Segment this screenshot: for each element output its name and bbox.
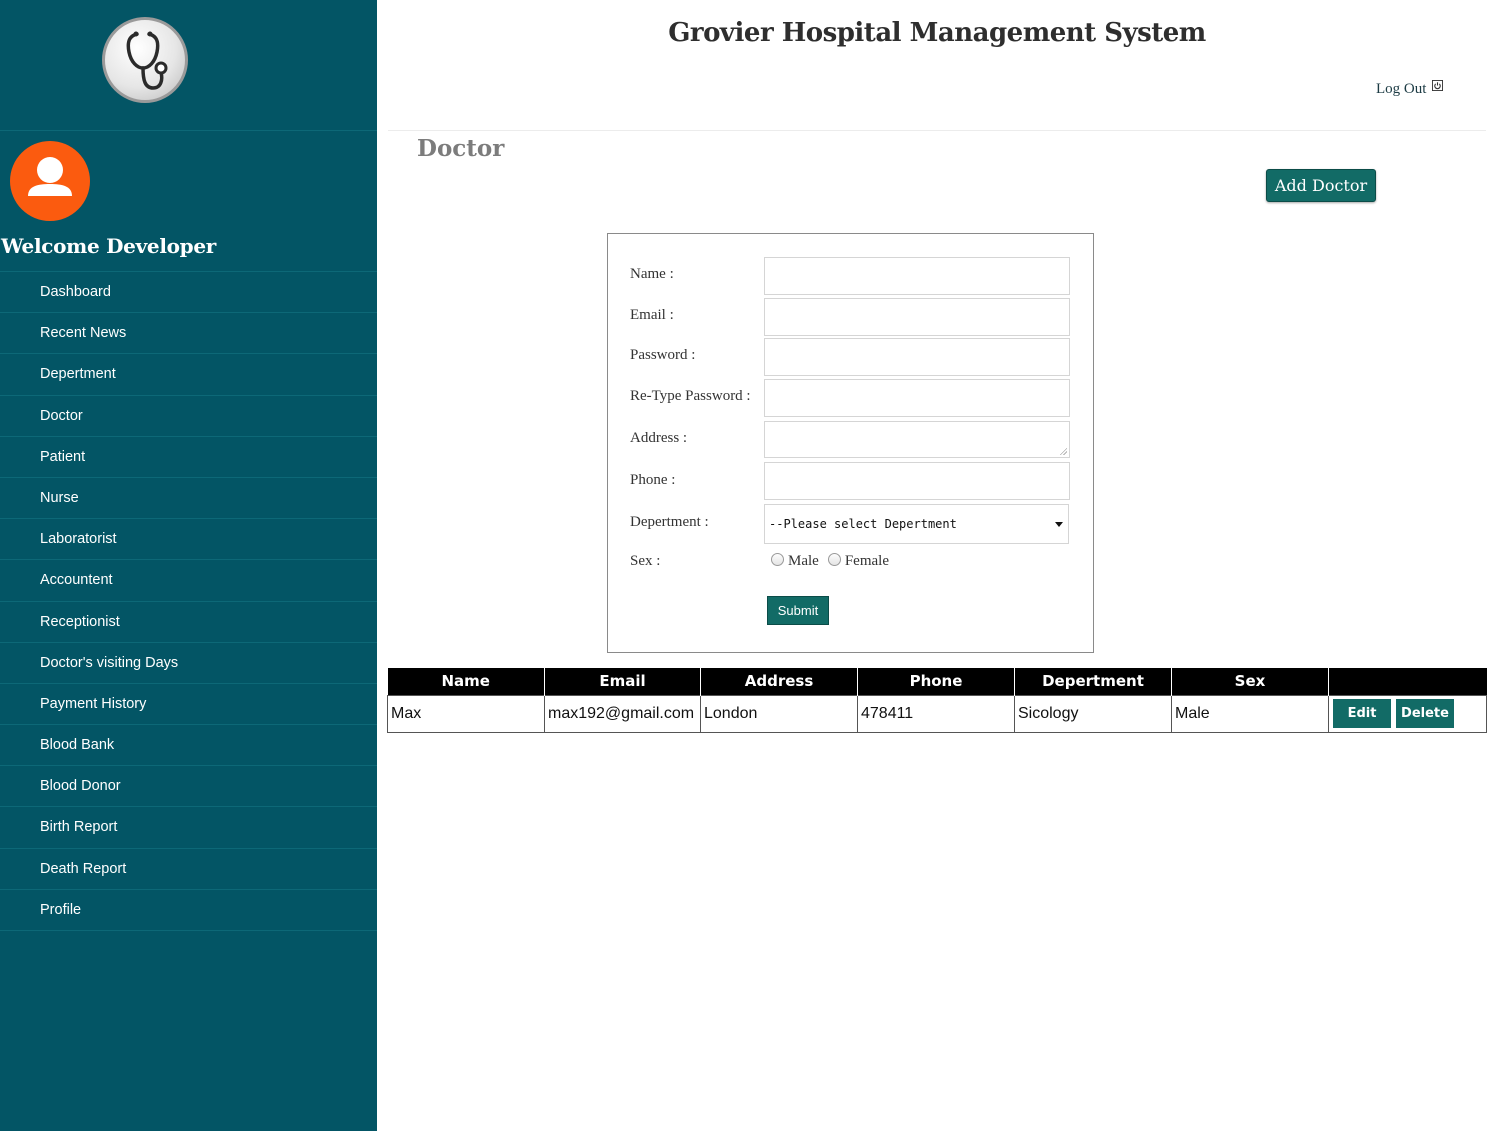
sidebar-item-profile[interactable]: Profile bbox=[0, 890, 377, 931]
sidebar-nav: Dashboard Recent News Depertment Doctor … bbox=[0, 271, 377, 931]
sidebar-item-birth-report[interactable]: Birth Report bbox=[0, 807, 377, 849]
male-radio[interactable] bbox=[771, 553, 784, 566]
address-textarea[interactable] bbox=[764, 421, 1070, 458]
logout-link[interactable]: Log Out bbox=[1376, 80, 1444, 98]
sidebar-item-payment-history[interactable]: Payment History bbox=[0, 684, 377, 726]
password-field[interactable] bbox=[764, 338, 1070, 376]
table-header-row: Name Email Address Phone Depertment Sex bbox=[387, 668, 1487, 695]
sidebar-item-accountant[interactable]: Accountent bbox=[0, 560, 377, 602]
retype-password-label: Re-Type Password : bbox=[630, 388, 751, 404]
page-title: Doctor bbox=[417, 135, 505, 162]
sidebar-item-doctor[interactable]: Doctor bbox=[0, 396, 377, 437]
department-label: Depertment : bbox=[630, 514, 709, 530]
cell-name: Max bbox=[387, 694, 545, 733]
cell-sex: Male bbox=[1171, 694, 1329, 733]
sidebar-item-department[interactable]: Depertment bbox=[0, 354, 377, 396]
chevron-down-icon bbox=[1055, 522, 1063, 527]
logo bbox=[102, 17, 188, 103]
cell-department: Sicology bbox=[1014, 694, 1172, 733]
column-header-name: Name bbox=[387, 668, 545, 695]
delete-button[interactable]: Delete bbox=[1396, 699, 1454, 728]
column-header-email: Email bbox=[544, 668, 701, 695]
doctor-form: Name : Email : Password : Re-Type Passwo… bbox=[607, 233, 1094, 653]
sidebar-divider bbox=[0, 130, 377, 131]
name-field[interactable] bbox=[764, 257, 1070, 295]
power-icon bbox=[1432, 80, 1444, 91]
cell-email: max192@gmail.com bbox=[544, 694, 701, 733]
doctor-table: Name Email Address Phone Depertment Sex … bbox=[387, 668, 1487, 733]
retype-password-field[interactable] bbox=[764, 379, 1070, 417]
sidebar-item-recent-news[interactable]: Recent News bbox=[0, 313, 377, 355]
password-label: Password : bbox=[630, 347, 696, 363]
sidebar-item-blood-bank[interactable]: Blood Bank bbox=[0, 725, 377, 767]
email-field[interactable] bbox=[764, 298, 1070, 336]
sidebar-item-receptionist[interactable]: Receptionist bbox=[0, 602, 377, 643]
email-label: Email : bbox=[630, 307, 674, 323]
edit-button[interactable]: Edit bbox=[1333, 699, 1391, 728]
female-radio-label: Female bbox=[844, 553, 889, 569]
app-title: Grovier Hospital Management System bbox=[668, 18, 1206, 48]
phone-field[interactable] bbox=[764, 462, 1070, 500]
sidebar-item-nurse[interactable]: Nurse bbox=[0, 478, 377, 520]
sidebar-item-death-report[interactable]: Death Report bbox=[0, 849, 377, 890]
phone-label: Phone : bbox=[630, 472, 676, 488]
sidebar-item-blood-donor[interactable]: Blood Donor bbox=[0, 766, 377, 808]
department-select[interactable]: --Please select Depertment bbox=[764, 504, 1069, 544]
column-header-actions bbox=[1328, 668, 1487, 695]
column-header-sex: Sex bbox=[1171, 668, 1329, 695]
cell-phone: 478411 bbox=[857, 694, 1015, 733]
header-divider bbox=[388, 130, 1486, 131]
user-icon bbox=[28, 157, 72, 196]
sidebar-item-visiting-days[interactable]: Doctor's visiting Days bbox=[0, 643, 377, 684]
logout-label: Log Out bbox=[1376, 81, 1427, 97]
resize-grip-icon[interactable] bbox=[1059, 447, 1067, 455]
table-row: Max max192@gmail.com London 478411 Sicol… bbox=[387, 694, 1487, 733]
address-label: Address : bbox=[630, 430, 688, 446]
cell-actions: Edit Delete bbox=[1328, 694, 1487, 733]
female-radio[interactable] bbox=[827, 553, 841, 566]
sidebar-item-laboratorist[interactable]: Laboratorist bbox=[0, 519, 377, 561]
column-header-address: Address bbox=[700, 668, 858, 695]
sidebar-item-patient[interactable]: Patient bbox=[0, 437, 377, 478]
column-header-department: Depertment bbox=[1014, 668, 1172, 695]
sex-radio-group: Male Female bbox=[771, 553, 898, 570]
stethoscope-icon bbox=[126, 31, 168, 90]
sex-label: Sex : bbox=[630, 553, 661, 569]
male-radio-label: Male bbox=[788, 553, 819, 569]
add-doctor-button[interactable]: Add Doctor bbox=[1266, 169, 1376, 202]
welcome-text: Welcome Developer bbox=[1, 234, 217, 258]
sidebar-item-dashboard[interactable]: Dashboard bbox=[0, 272, 377, 314]
name-label: Name : bbox=[630, 266, 674, 282]
column-header-phone: Phone bbox=[857, 668, 1015, 695]
submit-button[interactable]: Submit bbox=[767, 596, 829, 625]
user-avatar[interactable] bbox=[10, 141, 90, 221]
department-selected-value: --Please select Depertment bbox=[769, 517, 957, 531]
cell-address: London bbox=[700, 694, 858, 733]
sidebar: Welcome Developer Dashboard Recent News … bbox=[0, 0, 377, 1131]
